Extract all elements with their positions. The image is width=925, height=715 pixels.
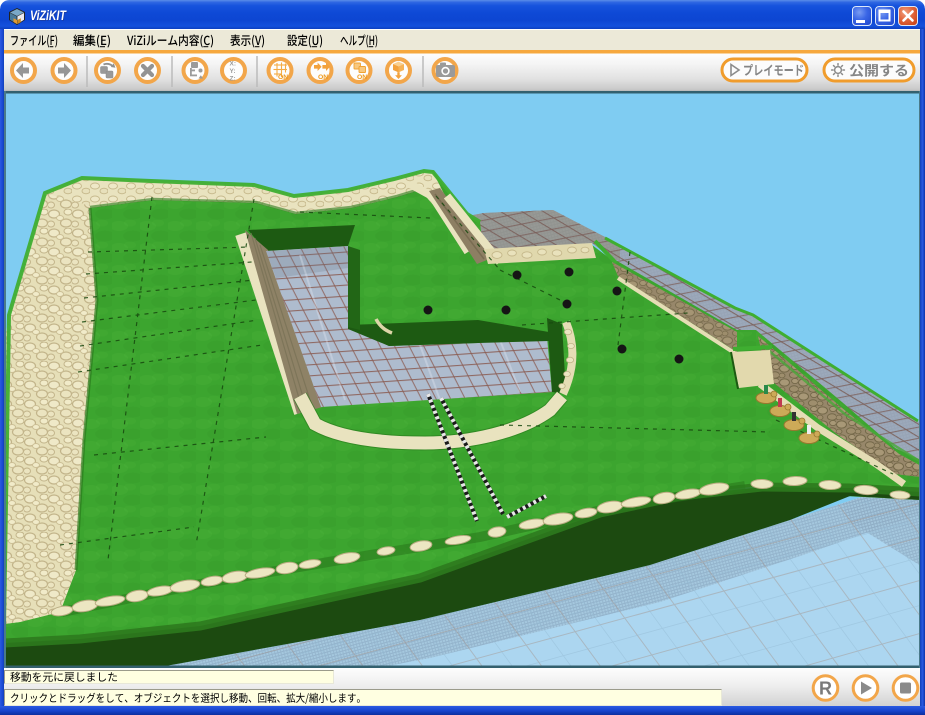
svg-text:ON: ON: [278, 74, 288, 81]
svg-text:ON: ON: [357, 74, 367, 81]
svg-text:Y:: Y:: [230, 68, 236, 75]
svg-text:ON: ON: [318, 74, 328, 81]
svg-text:Z:: Z:: [230, 76, 236, 83]
svg-text:R: R: [819, 679, 832, 699]
svg-text:X:: X:: [230, 61, 237, 68]
